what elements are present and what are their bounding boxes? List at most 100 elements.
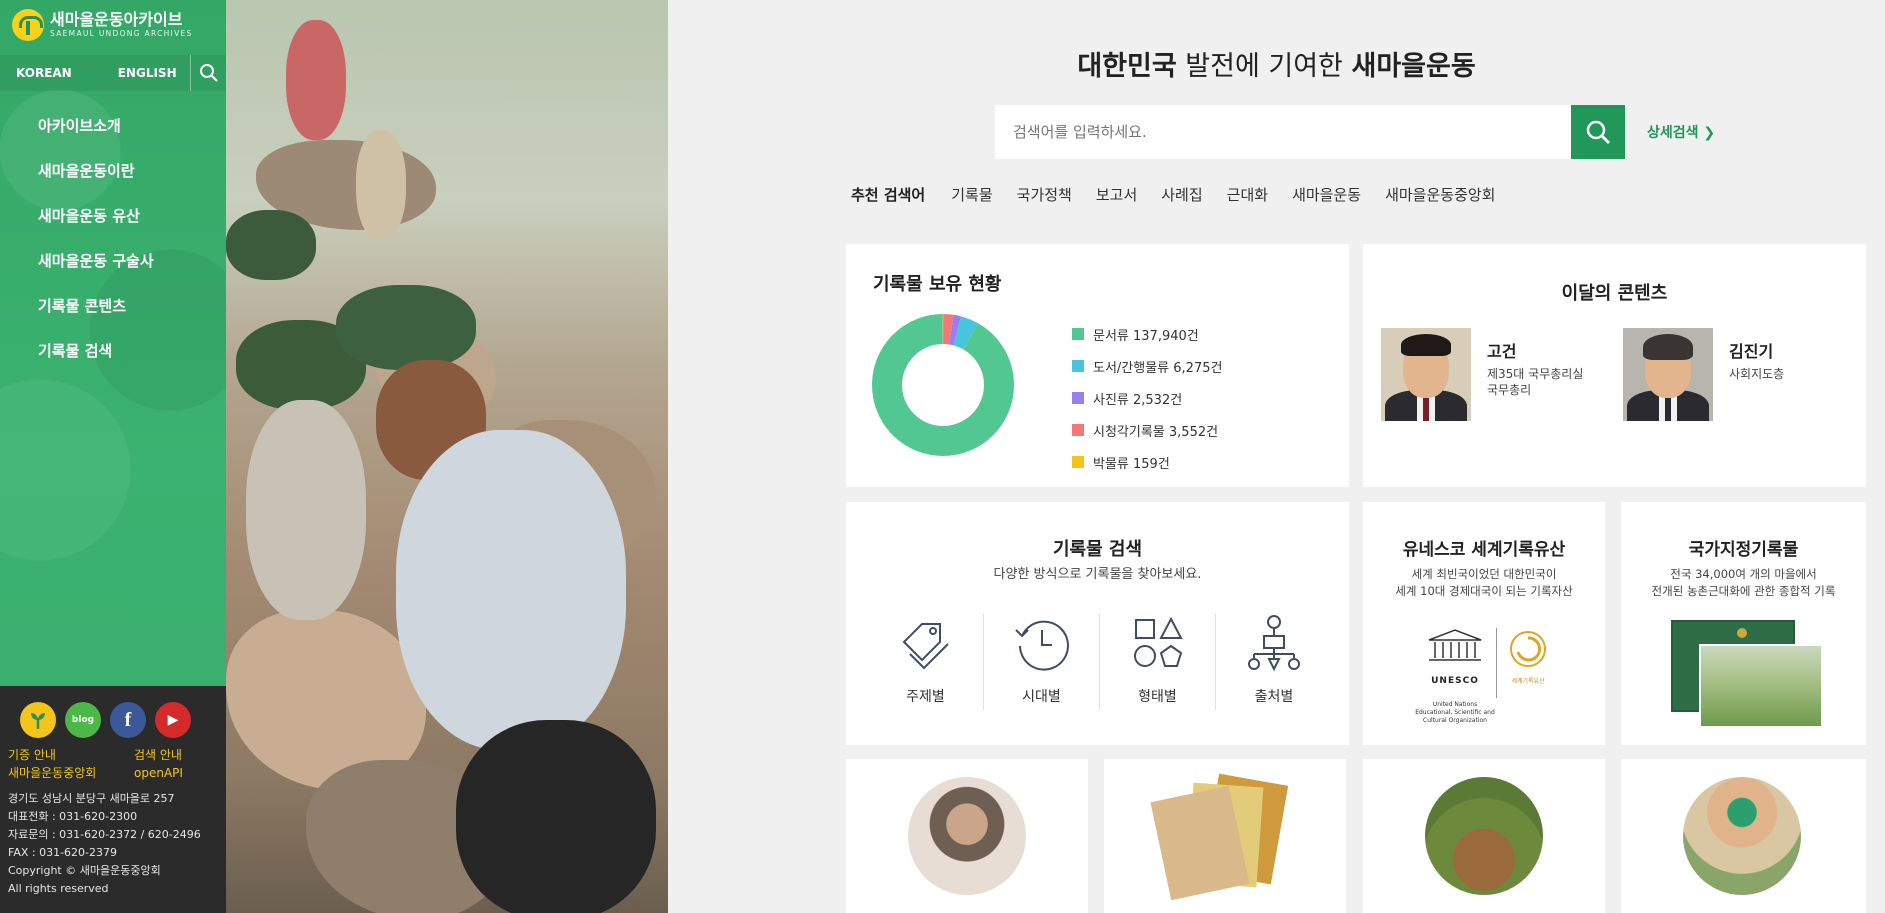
legend-label: 시청각기록물 3,552건: [1093, 424, 1219, 440]
keyword-item[interactable]: 국가정책: [1017, 184, 1072, 205]
thumb-card-1[interactable]: [846, 759, 1088, 913]
holdings-legend: 문서류 137,940건 도서/간행물류 6,275건 사진류 2,532건 시…: [1072, 318, 1222, 478]
legend-item: 사진류 2,532건: [1072, 382, 1222, 414]
search-button[interactable]: [1571, 105, 1625, 159]
person-portrait: [1381, 328, 1471, 421]
thumb-card-4[interactable]: [1621, 759, 1866, 913]
headline-korea: 대한민국: [1077, 51, 1177, 82]
person-name: 고건: [1487, 342, 1517, 361]
site-logo[interactable]: 새마을운동아카이브 SAEMAUL UNDONG ARCHIVES: [12, 8, 193, 42]
thumb-magazines-image: [1150, 773, 1300, 901]
nav-item-contents[interactable]: 기록물 콘텐츠: [38, 295, 154, 340]
saemaul-hq-link[interactable]: 새마을운동중앙회: [8, 764, 134, 782]
national-title: 국가지정기록물: [1688, 540, 1799, 560]
lang-english[interactable]: ENGLISH: [102, 66, 193, 80]
shapes-icon: [1133, 616, 1183, 667]
unesco-card[interactable]: 유네스코 세계기록유산 세계 최빈국이었던 대한민국이 세계 10대 경제대국이…: [1363, 502, 1605, 745]
facebook-icon[interactable]: f: [110, 702, 146, 738]
legend-item: 문서류 137,940건: [1072, 318, 1222, 350]
youtube-icon[interactable]: ▶: [155, 702, 191, 738]
legend-item: 박물류 159건: [1072, 446, 1222, 478]
nav-item-record-search[interactable]: 기록물 검색: [38, 340, 154, 385]
thumb-photo: [1425, 777, 1543, 895]
monthly-title: 이달의 콘텐츠: [1561, 283, 1668, 304]
holdings-title: 기록물 보유 현황: [873, 274, 1002, 295]
category-era[interactable]: 시대별: [984, 614, 1100, 710]
thumb-photo: [908, 777, 1026, 895]
legend-label: 문서류 137,940건: [1093, 328, 1199, 344]
sidebar-search-button[interactable]: [190, 55, 226, 91]
advanced-search-link[interactable]: 상세검색 ❯: [1647, 122, 1715, 142]
keyword-item[interactable]: 기록물: [951, 184, 992, 205]
unesco-temple-icon: [1428, 629, 1482, 661]
record-search-subtitle: 다양한 방식으로 기록물을 찾아보세요.: [993, 567, 1202, 582]
record-search-card: 기록물 검색 다양한 방식으로 기록물을 찾아보세요. 주제별 시대별 형태별 …: [846, 502, 1349, 745]
legend-label: 도서/간행물류 6,275건: [1093, 360, 1223, 376]
keyword-item[interactable]: 근대화: [1227, 184, 1268, 205]
legend-swatch: [1072, 392, 1084, 404]
thumb-card-2[interactable]: [1104, 759, 1346, 913]
keywords-title: 추천 검색어: [851, 186, 926, 204]
openapi-link[interactable]: openAPI: [134, 764, 226, 782]
keyword-item[interactable]: 보고서: [1096, 184, 1137, 205]
person-portrait: [1623, 328, 1713, 421]
person-desc: 제35대 국무총리실 국무총리: [1487, 367, 1584, 397]
legend-swatch: [1072, 360, 1084, 372]
category-label: 시대별: [1022, 689, 1061, 705]
footer-links: 기증 안내 검색 안내 새마을운동중앙회 openAPI: [8, 746, 218, 782]
search-bar: 상세검색 ❯: [995, 105, 1715, 159]
keyword-item[interactable]: 사례집: [1161, 184, 1202, 205]
search-icon: [1586, 120, 1611, 145]
monthly-person-1[interactable]: 고건 제35대 국무총리실 국무총리: [1381, 328, 1583, 421]
keyword-item[interactable]: 새마을운동중앙회: [1385, 184, 1495, 205]
unesco-title: 유네스코 세계기록유산: [1402, 540, 1566, 560]
nav-item-heritage[interactable]: 새마을운동 유산: [38, 205, 154, 250]
category-label: 형태별: [1138, 689, 1177, 705]
legend-item: 도서/간행물류 6,275건: [1072, 350, 1222, 382]
org-chart-icon: [1248, 615, 1300, 672]
main-content: 대한민국 발전에 기여한 새마을운동 상세검색 ❯ 추천 검색어 기록물 국가정…: [668, 0, 1885, 913]
category-subject[interactable]: 주제별: [868, 614, 984, 710]
nav-item-archive-intro[interactable]: 아카이브소개: [38, 115, 154, 160]
footer-copyright: Copyright © 새마을운동중앙회: [8, 864, 161, 877]
lang-korean[interactable]: KOREAN: [0, 66, 88, 80]
legend-label: 사진류 2,532건: [1093, 392, 1183, 408]
search-icon: [199, 64, 218, 82]
legend-label: 박물류 159건: [1093, 456, 1170, 472]
keyword-item[interactable]: 새마을운동: [1292, 184, 1361, 205]
footer-inquiry: 자료문의 : 031-620-2372 / 620-2496: [8, 828, 201, 841]
search-input[interactable]: [995, 105, 1571, 159]
footer-info: 경기도 성남시 분당구 새마을로 257 대표전화 : 031-620-2300…: [8, 790, 218, 898]
donation-guide-link[interactable]: 기증 안내: [8, 746, 134, 764]
unesco-subtitle-2: 세계 10대 경제대국이 되는 기록자산: [1395, 584, 1573, 598]
divider: [1496, 628, 1497, 698]
national-book-image: [1671, 620, 1823, 728]
nav-item-oral-history[interactable]: 새마을운동 구술사: [38, 250, 154, 295]
memory-of-world-text: 세계기록유산: [1511, 678, 1545, 685]
monthly-content-card: 이달의 콘텐츠 고건 제35대 국무총리실 국무총리 김진기 사회지도층: [1363, 244, 1866, 487]
person-name: 김진기: [1729, 342, 1774, 361]
category-source[interactable]: 출처별: [1216, 614, 1332, 710]
page-headline: 대한민국 발전에 기여한 새마을운동: [668, 44, 1885, 83]
nav-item-about-saemaul[interactable]: 새마을운동이란: [38, 160, 154, 205]
footer-rights: All rights reserved: [8, 882, 109, 895]
unesco-logo-text: UNESCO: [1431, 676, 1479, 686]
legend-swatch: [1072, 328, 1084, 340]
category-label: 출처별: [1254, 689, 1294, 705]
unesco-subtitle-1: 세계 최빈국이었던 대한민국이: [1411, 567, 1557, 581]
monthly-person-2[interactable]: 김진기 사회지도층: [1623, 328, 1784, 421]
category-form[interactable]: 형태별: [1100, 614, 1216, 710]
history-clock-icon: [1014, 620, 1069, 671]
search-guide-link[interactable]: 검색 안내: [134, 746, 226, 764]
national-records-card[interactable]: 국가지정기록물 전국 34,000여 개의 마을에서 전개된 농촌근대화에 관한…: [1621, 502, 1866, 745]
recommended-keywords: 추천 검색어 기록물 국가정책 보고서 사례집 근대화 새마을운동 새마을운동중…: [851, 184, 1519, 205]
logo-subtitle: SAEMAUL UNDONG ARCHIVES: [50, 29, 193, 38]
unesco-org-line: Educational, Scientific and: [1415, 709, 1495, 716]
thumb-card-3[interactable]: [1363, 759, 1605, 913]
saemaul-social-icon[interactable]: [20, 702, 56, 738]
national-subtitle-1: 전국 34,000여 개의 마을에서: [1670, 567, 1817, 581]
unesco-org-line: Cultural Organization: [1423, 717, 1487, 724]
tag-icon: [902, 623, 949, 670]
blog-icon[interactable]: blog: [65, 702, 101, 738]
memory-of-world-icon: [1510, 631, 1546, 667]
